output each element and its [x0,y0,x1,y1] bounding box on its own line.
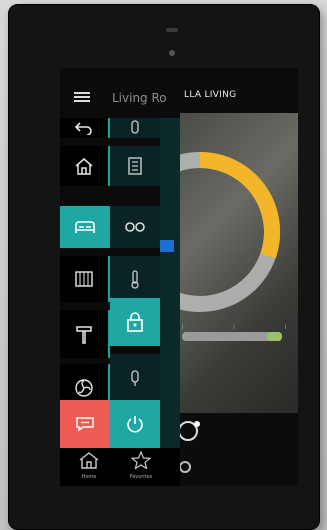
speaker-slot [166,28,178,32]
bottom-panel [178,413,298,486]
back-button[interactable] [60,118,110,138]
power-icon [125,414,145,434]
room-title: LLA LIVING [184,90,237,100]
infinity-icon [124,221,146,233]
slider-ticks: | | | [182,324,286,329]
touch-screen: LLA LIVING | | | Living Ro Home Favorite… [60,68,298,486]
menu-column-overflow [160,118,180,448]
menu-header: Living Ro [60,80,180,120]
tab-bar: Home Favorites [60,448,180,486]
home-tab-icon [64,451,114,473]
dimmer-ring[interactable] [180,146,298,316]
selection-indicator [160,240,174,252]
fan-icon [74,378,94,398]
power-button[interactable] [110,400,160,448]
menu-column-left [60,118,110,448]
brightness-slider-fill [267,332,282,341]
back-arrow-icon [75,121,93,135]
lock-button[interactable] [110,298,160,346]
chat-icon [75,416,95,432]
shutters-button[interactable] [60,256,110,302]
messages-button[interactable] [60,400,110,448]
home-icon [74,157,94,175]
lamp-button[interactable] [110,354,160,402]
lock-icon [126,311,144,333]
star-icon [116,450,166,473]
tools-button[interactable] [60,310,110,358]
panel-button[interactable] [110,146,160,186]
tab-favorites[interactable]: Favorites [116,450,166,480]
temperature-button[interactable] [110,256,160,302]
tab-home-label: Home [81,474,97,480]
av-button[interactable] [110,206,160,248]
panel-icon [127,156,143,176]
hammer-icon [75,324,93,344]
home-button[interactable] [60,146,110,186]
tab-home[interactable]: Home [64,451,114,480]
bed-icon [74,219,96,235]
lamp-icon [130,369,140,387]
bedroom-button[interactable] [60,206,110,248]
tab-favorites-label: Favorites [129,474,153,480]
shutters-icon [74,270,94,288]
menu-column-right [110,118,160,448]
device-bezel: LLA LIVING | | | Living Ro Home Favorite… [8,4,320,530]
hamburger-menu-icon[interactable] [74,90,90,104]
thermometer-icon [130,269,140,289]
light-icon [130,120,140,136]
small-dot-icon [179,461,191,473]
lights-button[interactable] [110,118,160,138]
camera-dot [169,50,175,56]
brightness-slider[interactable] [182,332,282,341]
menu-title: Living Ro [112,91,167,105]
